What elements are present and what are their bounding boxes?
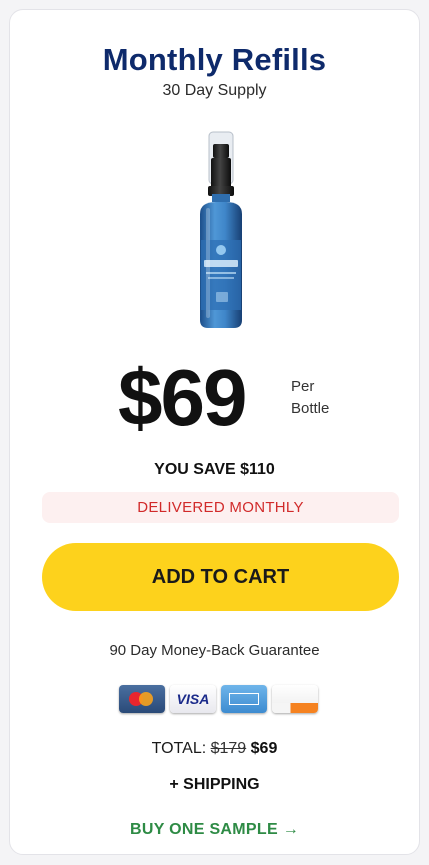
price-row: $69 Per Bottle <box>10 350 419 442</box>
offer-subtitle: 30 Day Supply <box>162 82 267 99</box>
price-unit: Per Bottle <box>291 376 329 420</box>
pricing-card: Monthly Refills 30 Day Supply $69 Per Bo… <box>9 9 420 855</box>
amex-icon <box>221 685 267 713</box>
arrow-right-icon: → <box>282 821 299 838</box>
product-image <box>186 122 256 334</box>
guarantee-text: 90 Day Money-Back Guarantee <box>109 642 320 659</box>
price-unit-line2: Bottle <box>291 400 330 417</box>
payment-methods: VISA <box>119 685 329 715</box>
visa-text: VISA <box>176 691 210 707</box>
mastercard-icon <box>119 685 165 713</box>
neuroquiet-bottle-icon <box>200 131 242 328</box>
discover-icon <box>272 685 318 713</box>
buy-sample-label: BUY ONE SAMPLE <box>130 821 278 838</box>
total-label: TOTAL: <box>151 740 207 757</box>
total-line: TOTAL: $179 $69 <box>10 740 419 758</box>
price-value: $69 <box>118 353 247 442</box>
total-new-price: $69 <box>250 740 278 757</box>
savings-text: YOU SAVE $110 <box>154 461 275 478</box>
price-unit-line1: Per <box>291 378 315 395</box>
delivery-badge: DELIVERED MONTHLY <box>42 492 399 523</box>
add-to-cart-button[interactable]: ADD TO CART <box>42 543 399 611</box>
visa-icon: VISA <box>170 685 216 713</box>
shipping-text: + SHIPPING <box>169 776 260 793</box>
buy-sample-link[interactable]: BUY ONE SAMPLE → <box>10 821 419 839</box>
total-old-price: $179 <box>210 740 247 757</box>
offer-title: Monthly Refills <box>102 42 327 77</box>
